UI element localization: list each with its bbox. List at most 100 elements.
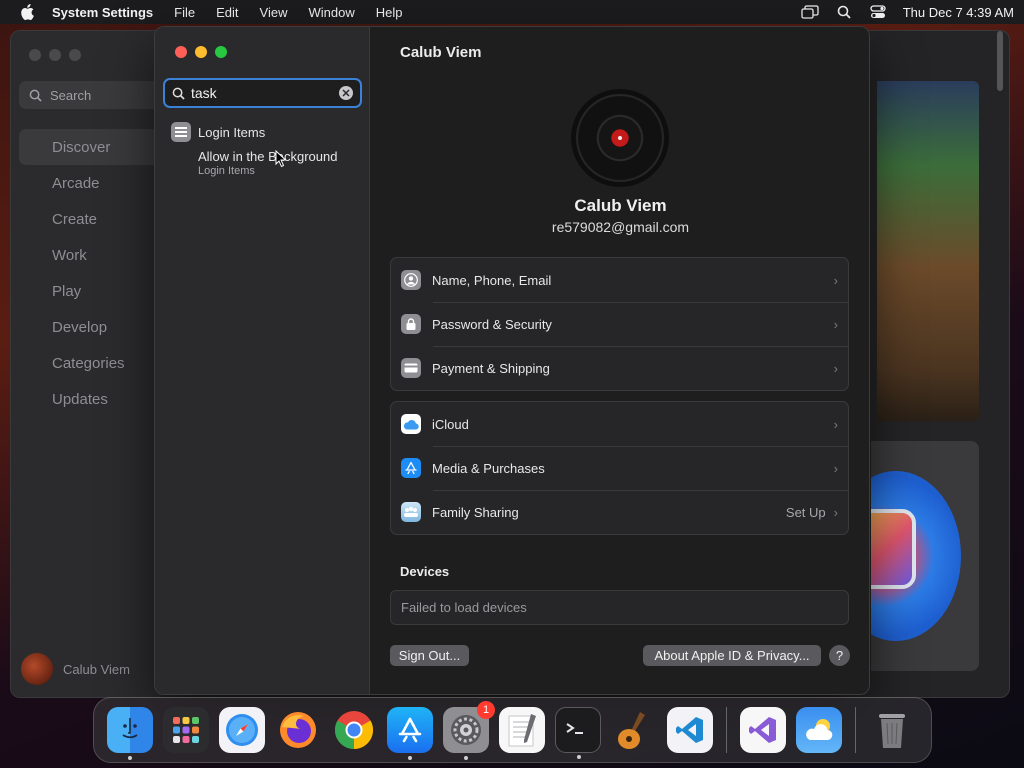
devices-status: Failed to load devices [401,600,527,615]
chevron-right-icon: › [833,416,838,432]
chevron-right-icon: › [833,460,838,476]
family-sharing-icon [401,502,421,522]
nav-discover[interactable]: Discover [19,129,159,165]
row-label: iCloud [432,416,469,432]
menu-bar: System Settings File Edit View Window He… [0,0,1024,24]
window-controls [175,46,227,58]
zoom-button[interactable] [215,46,227,58]
nav-arcade[interactable]: Arcade [19,165,159,201]
spotlight-search-icon[interactable] [835,4,853,20]
vscode-icon[interactable] [667,707,713,753]
menu-help[interactable]: Help [376,5,403,20]
row-name-phone-email[interactable]: Name, Phone, Email › [391,258,848,302]
scrollbar[interactable] [997,31,1003,91]
menubar-clock[interactable]: Thu Dec 7 4:39 AM [903,5,1014,20]
lock-icon [401,314,421,334]
family-sharing-status: Set Up [785,504,826,520]
trash-icon[interactable] [869,707,915,753]
page-title: Calub Viem [400,44,482,61]
nav-updates[interactable]: Updates [19,381,159,417]
app-store-close-button[interactable] [29,49,41,61]
menu-file[interactable]: File [174,5,195,20]
app-store-account[interactable]: Calub Viem [21,653,130,685]
garageband-icon[interactable] [611,707,657,753]
dock: 1 [93,697,932,763]
chevron-right-icon: › [833,272,838,288]
chevron-right-icon: › [833,360,838,376]
app-store-user-name: Calub Viem [63,661,130,677]
finder-icon[interactable] [107,707,153,760]
app-store-minimize-button[interactable] [49,49,61,61]
featured-app-artwork-2[interactable] [871,441,979,671]
dock-separator [855,707,856,753]
icloud-icon [401,414,421,434]
settings-search-field[interactable] [163,78,362,108]
screen-mirroring-icon[interactable] [801,4,819,20]
weather-icon[interactable] [796,707,842,753]
settings-sidebar: Login Items Allow in the Background Logi… [155,27,370,694]
menu-app-name[interactable]: System Settings [52,5,153,20]
terminal-icon[interactable] [555,707,601,759]
mouse-cursor-icon [275,149,287,173]
account-settings-group: Name, Phone, Email › Password & Security… [390,257,849,391]
nav-work[interactable]: Work [19,237,159,273]
nav-categories[interactable]: Categories [19,345,159,381]
dock-separator [726,707,727,753]
nav-develop[interactable]: Develop [19,309,159,345]
featured-app-artwork[interactable] [877,81,979,421]
visual-studio-icon[interactable] [740,707,786,753]
row-label: Name, Phone, Email [432,272,552,288]
row-label: Family Sharing [432,504,519,520]
launchpad-icon[interactable] [163,707,209,753]
close-button[interactable] [175,46,187,58]
help-button[interactable]: ? [829,645,850,666]
notification-badge: 1 [477,701,495,719]
devices-list: Failed to load devices [390,590,849,625]
row-label: Payment & Shipping [432,360,550,376]
nav-play[interactable]: Play [19,273,159,309]
row-family-sharing[interactable]: Family Sharing Set Up › [391,490,848,534]
result-login-items[interactable]: Login Items [171,121,361,143]
chrome-icon[interactable] [331,707,377,753]
sign-out-button[interactable]: Sign Out... [390,645,469,666]
firefox-icon[interactable] [275,707,321,753]
row-media-purchases[interactable]: Media & Purchases › [391,446,848,490]
services-group: iCloud › Media & Purchases › Family Shar… [390,401,849,535]
row-label: Password & Security [432,316,552,332]
row-label: Media & Purchases [432,460,545,476]
search-icon [172,87,185,100]
row-password-security[interactable]: Password & Security › [391,302,848,346]
menu-edit[interactable]: Edit [216,5,238,20]
apple-menu-icon[interactable] [18,3,36,21]
menu-view[interactable]: View [260,5,288,20]
app-store-zoom-button[interactable] [69,49,81,61]
app-store-search-field[interactable]: Search [19,81,159,109]
profile-avatar[interactable] [571,89,669,187]
profile-email: re579082@gmail.com [551,219,690,235]
clear-search-icon[interactable] [339,86,353,100]
menu-window[interactable]: Window [308,5,354,20]
search-input[interactable] [191,85,339,101]
running-indicator [464,756,468,760]
chevron-right-icon: › [833,504,838,520]
search-icon [29,89,42,102]
about-apple-id-button[interactable]: About Apple ID & Privacy... [643,645,821,666]
row-payment-shipping[interactable]: Payment & Shipping › [391,346,848,390]
running-indicator [577,755,581,759]
system-settings-dock-icon[interactable]: 1 [443,701,495,760]
row-icloud[interactable]: iCloud › [391,402,848,446]
artwork-app-tile [871,509,916,589]
avatar [21,653,53,685]
control-center-icon[interactable] [869,4,887,20]
app-store-search-placeholder: Search [50,87,92,103]
app-store-sidebar: Search Discover Arcade Create Work Play … [11,31,161,697]
textedit-icon[interactable] [499,707,545,753]
settings-content: Calub Viem Calub Viem re579082@gmail.com… [370,27,869,694]
minimize-button[interactable] [195,46,207,58]
app-store-nav: Discover Arcade Create Work Play Develop… [19,129,159,417]
search-results: Login Items Allow in the Background Logi… [171,121,361,177]
nav-create[interactable]: Create [19,201,159,237]
credit-card-icon [401,358,421,378]
safari-icon[interactable] [219,707,265,753]
app-store-dock-icon[interactable] [387,707,433,760]
